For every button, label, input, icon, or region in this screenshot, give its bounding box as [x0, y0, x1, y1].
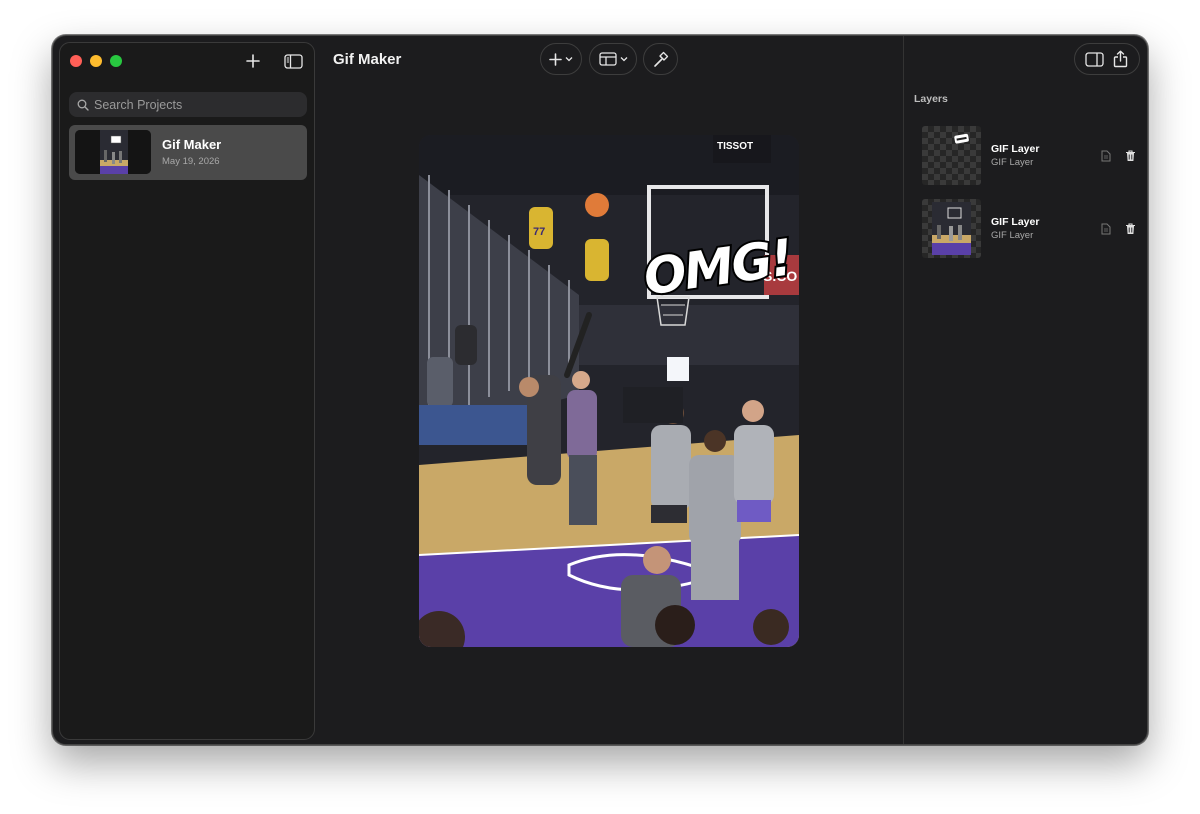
layer-row[interactable]: GIF Layer GIF Layer: [922, 126, 1142, 186]
project-title: Gif Maker: [162, 137, 222, 152]
search-input[interactable]: [94, 97, 294, 112]
layer-details-button[interactable]: [1099, 149, 1113, 163]
app-window: Gif Maker May 19, 2026 Gif Maker: [52, 35, 1148, 745]
document-icon: [1101, 150, 1111, 162]
gif-preview-image: TISSOT S.CO 77 OMG!: [419, 135, 799, 647]
plus-icon: [549, 52, 562, 66]
zoom-window-button[interactable]: [110, 55, 122, 67]
search-field[interactable]: [69, 92, 307, 117]
sidebar-icon: [283, 53, 303, 69]
inspector-toolbar: [1074, 43, 1140, 75]
plus-icon: [246, 54, 260, 68]
sidebar: Gif Maker May 19, 2026: [59, 42, 315, 740]
search-icon: [77, 99, 89, 111]
toggle-sidebar-button[interactable]: [280, 49, 306, 73]
document-icon: [1101, 223, 1111, 235]
gif-canvas[interactable]: TISSOT S.CO 77 OMG!: [419, 135, 799, 647]
chevron-down-icon: [565, 57, 573, 62]
app-title: Gif Maker: [333, 51, 402, 68]
layer-row[interactable]: GIF Layer GIF Layer: [922, 199, 1142, 259]
layer-name: GIF Layer: [991, 216, 1040, 228]
project-list-item[interactable]: Gif Maker May 19, 2026: [69, 125, 307, 180]
layer-type: GIF Layer: [991, 230, 1034, 241]
scoreboard-text: TISSOT: [717, 141, 753, 152]
close-window-button[interactable]: [70, 55, 82, 67]
toggle-inspector-button[interactable]: [1082, 47, 1106, 71]
inspector-divider: [903, 36, 904, 744]
minimize-window-button[interactable]: [90, 55, 102, 67]
tools-button[interactable]: [643, 43, 678, 75]
hammer-icon: [654, 51, 669, 67]
delete-layer-button[interactable]: [1123, 149, 1137, 163]
chevron-down-icon: [620, 57, 627, 62]
inspector-icon: [1084, 51, 1104, 67]
share-button[interactable]: [1108, 47, 1132, 71]
new-project-button[interactable]: [240, 49, 266, 73]
project-date: May 19, 2026: [162, 156, 220, 167]
layout-icon: [598, 52, 617, 66]
layer-thumbnail: [922, 199, 981, 258]
trash-icon: [1125, 150, 1135, 161]
project-thumbnail: [75, 130, 151, 174]
layer-type: GIF Layer: [991, 157, 1034, 168]
layout-menu-button[interactable]: [589, 43, 637, 75]
layer-details-button[interactable]: [1099, 222, 1113, 236]
layer-thumbnail: [922, 126, 981, 185]
jersey-number: 77: [533, 226, 545, 238]
layer-name: GIF Layer: [991, 143, 1040, 155]
layers-panel-title: Layers: [914, 93, 948, 105]
trash-icon: [1125, 223, 1135, 234]
share-icon: [1113, 50, 1127, 68]
delete-layer-button[interactable]: [1123, 222, 1137, 236]
add-layer-menu-button[interactable]: [540, 43, 582, 75]
